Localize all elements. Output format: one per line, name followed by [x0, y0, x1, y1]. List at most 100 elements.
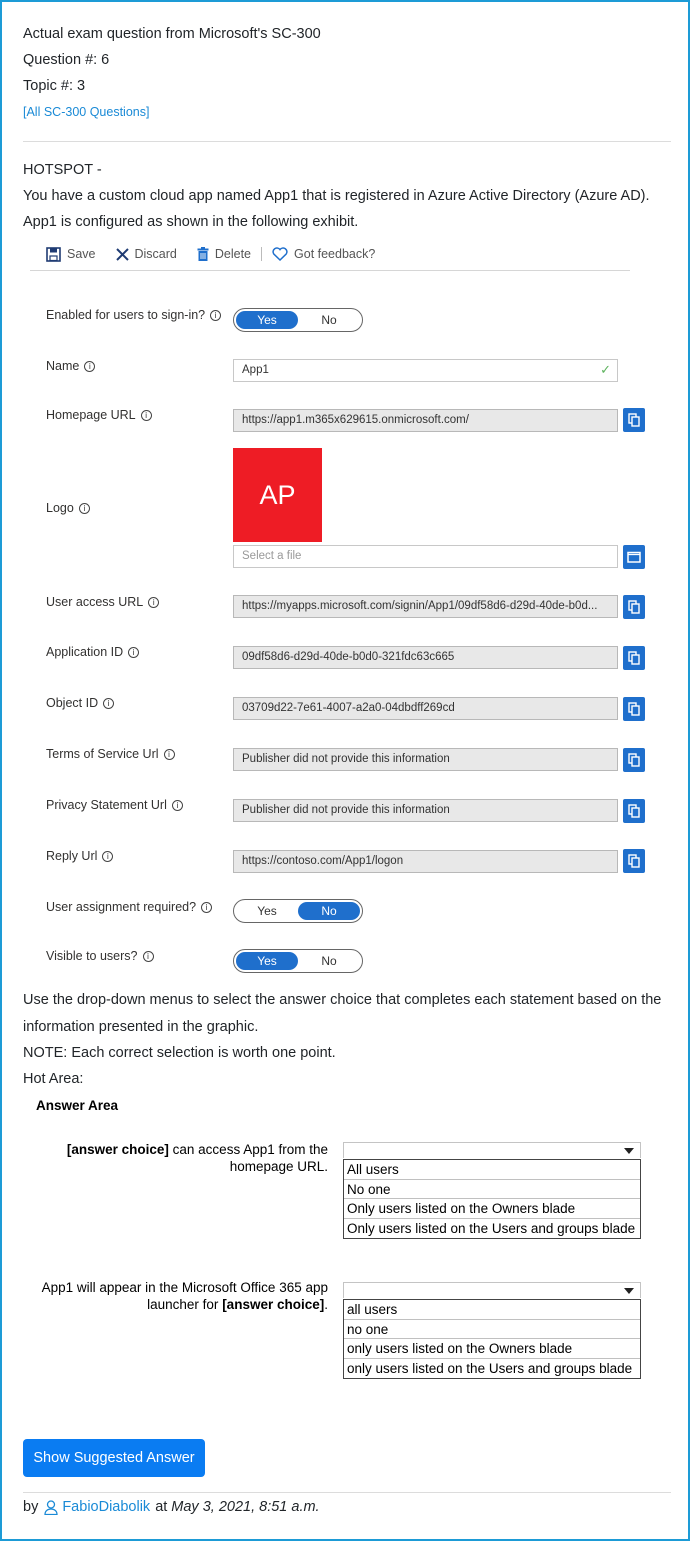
user-access-url-field[interactable]: https://myapps.microsoft.com/signin/App1…	[233, 595, 618, 618]
answer-choice-placeholder: [answer choice]	[66, 1142, 169, 1157]
statement-1: [answer choice] can access App1 from the…	[66, 1142, 328, 1174]
terms-of-service-field[interactable]: Publisher did not provide this informati…	[233, 748, 618, 771]
copy-icon	[628, 600, 640, 614]
note-text: NOTE: Each correct selection is worth on…	[23, 1045, 336, 1061]
discard-button[interactable]: Discard	[115, 247, 177, 261]
copy-icon	[628, 651, 640, 665]
user-assignment-toggle[interactable]: Yes No	[233, 899, 363, 923]
instructions-line-2: information presented in the graphic.	[23, 1019, 259, 1035]
application-id-field[interactable]: 09df58d6-d29d-40de-b0d0-321fdc63c665	[233, 646, 618, 669]
info-icon: i	[84, 360, 96, 372]
terms-of-service-label: Terms of Service Url i	[46, 747, 175, 761]
copy-icon	[628, 854, 640, 868]
option-owners-blade[interactable]: Only users listed on the Owners blade	[344, 1199, 640, 1219]
answer-area-title: Answer Area	[36, 1098, 119, 1113]
question-card: Actual exam question from Microsoft's SC…	[0, 0, 690, 1541]
copy-homepage-url-button[interactable]	[623, 408, 645, 432]
checkmark-icon: ✓	[600, 362, 611, 377]
object-id-field[interactable]: 03709d22-7e61-4007-a2a0-04dbdff269cd	[233, 697, 618, 720]
answer-dropdown-1[interactable]	[343, 1142, 641, 1158]
application-id-label: Application ID i	[46, 645, 140, 659]
visible-yes-option[interactable]: Yes	[236, 952, 298, 970]
info-icon: i	[210, 309, 222, 321]
assignment-no-option[interactable]: No	[298, 902, 360, 920]
option-users-groups-blade[interactable]: Only users listed on the Users and group…	[344, 1219, 640, 1239]
feedback-label: Got feedback?	[294, 247, 376, 261]
info-icon: i	[148, 596, 160, 608]
save-button[interactable]: Save	[46, 246, 96, 262]
enabled-no-option[interactable]: No	[298, 311, 360, 329]
enabled-toggle[interactable]: Yes No	[233, 308, 363, 332]
visible-no-option[interactable]: No	[298, 952, 360, 970]
privacy-statement-field[interactable]: Publisher did not provide this informati…	[233, 799, 618, 822]
copy-user-access-url-button[interactable]	[623, 595, 645, 619]
user-icon	[44, 1499, 58, 1515]
question-text-1: You have a custom cloud app named App1 t…	[23, 188, 650, 204]
dropdown-arrow-icon	[618, 1283, 640, 1299]
dropdown-arrow-icon	[618, 1143, 640, 1159]
name-label: Name i	[46, 359, 96, 373]
author-link[interactable]: FabioDiabolik	[62, 1499, 150, 1515]
divider	[23, 141, 671, 142]
visible-to-users-label: Visible to users? i	[46, 949, 154, 963]
answer-dropdown-2[interactable]	[343, 1282, 641, 1298]
reply-url-label: Reply Url i	[46, 849, 114, 863]
copy-terms-url-button[interactable]	[623, 748, 645, 772]
info-icon: i	[78, 502, 90, 514]
name-input[interactable]: App1 ✓	[233, 359, 618, 382]
info-icon: i	[103, 697, 115, 709]
assignment-yes-option[interactable]: Yes	[236, 902, 298, 920]
browse-file-button[interactable]	[623, 545, 645, 569]
option-all-users[interactable]: all users	[344, 1300, 640, 1320]
privacy-statement-label: Privacy Statement Url i	[46, 798, 183, 812]
delete-button[interactable]: Delete	[197, 247, 251, 261]
copy-privacy-url-button[interactable]	[623, 799, 645, 823]
copy-object-id-button[interactable]	[623, 697, 645, 721]
info-icon: i	[102, 850, 114, 862]
option-all-users[interactable]: All users	[344, 1160, 640, 1180]
homepage-url-field[interactable]: https://app1.m365x629615.onmicrosoft.com…	[233, 409, 618, 432]
copy-icon	[628, 804, 640, 818]
option-no-one[interactable]: no one	[344, 1320, 640, 1339]
save-label: Save	[67, 247, 96, 261]
feedback-button[interactable]: Got feedback?	[272, 247, 375, 261]
post-date: May 3, 2021, 8:51 a.m.	[171, 1499, 320, 1515]
author-footer: by FabioDiabolik at May 3, 2021, 8:51 a.…	[23, 1499, 320, 1515]
logo-file-input[interactable]: Select a file	[233, 545, 618, 568]
show-suggested-answer-button[interactable]: Show Suggested Answer	[23, 1439, 205, 1477]
divider	[23, 1492, 671, 1493]
exam-title: Actual exam question from Microsoft's SC…	[23, 26, 321, 42]
question-text-2: App1 is configured as shown in the follo…	[23, 214, 359, 230]
statement-2: App1 will appear in the Microsoft Office…	[41, 1280, 328, 1312]
visible-to-users-toggle[interactable]: Yes No	[233, 949, 363, 973]
trash-icon	[197, 247, 209, 261]
copy-reply-url-button[interactable]	[623, 849, 645, 873]
hot-area-label: Hot Area:	[23, 1071, 84, 1087]
copy-icon	[628, 753, 640, 767]
question-type: HOTSPOT -	[23, 162, 102, 178]
toolbar-divider	[261, 247, 263, 261]
logo-label: Logo i	[46, 501, 90, 515]
option-owners-blade[interactable]: only users listed on the Owners blade	[344, 1339, 640, 1359]
instructions-line-1: Use the drop-down menus to select the an…	[23, 992, 662, 1008]
enabled-yes-option[interactable]: Yes	[236, 311, 298, 329]
reply-url-field[interactable]: https://contoso.com/App1/logon	[233, 850, 618, 873]
save-icon	[46, 246, 61, 262]
info-icon: i	[171, 799, 183, 811]
answer-choice-placeholder: [answer choice]	[222, 1297, 325, 1312]
option-users-groups-blade[interactable]: only users listed on the Users and group…	[344, 1359, 640, 1379]
copy-icon	[628, 413, 640, 427]
close-icon	[115, 247, 129, 261]
topic-number: Topic #: 3	[23, 78, 86, 94]
option-no-one[interactable]: No one	[344, 1180, 640, 1199]
all-questions-link[interactable]: [All SC-300 Questions]	[23, 102, 149, 122]
user-access-url-label: User access URL i	[46, 595, 160, 609]
discard-label: Discard	[134, 247, 177, 261]
info-icon: i	[201, 901, 213, 913]
enabled-label: Enabled for users to sign-in? i	[46, 308, 222, 322]
copy-application-id-button[interactable]	[623, 646, 645, 670]
info-icon: i	[140, 409, 152, 421]
exhibit-toolbar: Save Discard Delete Got feedback?	[46, 244, 395, 264]
dropdown-2-options: all users no one only users listed on th…	[343, 1299, 641, 1379]
folder-icon	[627, 551, 641, 563]
